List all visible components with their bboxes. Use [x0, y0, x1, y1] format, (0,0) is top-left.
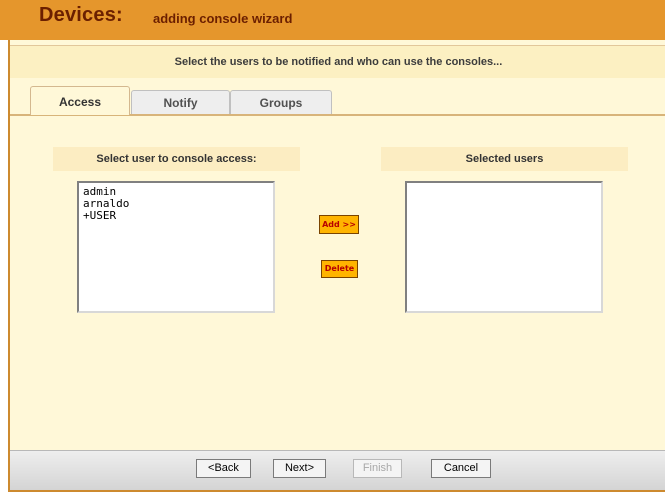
add-button[interactable]: Add >>	[319, 215, 359, 234]
wizard-footer: <Back Next> Finish Cancel	[10, 450, 665, 492]
tab-notify[interactable]: Notify	[131, 90, 230, 114]
next-button[interactable]: Next>	[273, 459, 326, 478]
finish-button: Finish	[353, 459, 402, 478]
tab-access[interactable]: Access	[30, 86, 130, 115]
list-option-user-group[interactable]: +USER	[83, 210, 269, 222]
page-title: Devices:	[39, 4, 123, 26]
header-bar: Devices: adding console wizard	[0, 0, 665, 40]
delete-button[interactable]: Delete	[321, 260, 358, 278]
back-button[interactable]: <Back	[196, 459, 251, 478]
instruction-text: Select the users to be notified and who …	[10, 45, 665, 79]
available-users-list[interactable]: admin arnaldo +USER	[77, 181, 275, 313]
selected-users-list[interactable]	[405, 181, 603, 313]
cancel-button[interactable]: Cancel	[431, 459, 491, 478]
tab-groups[interactable]: Groups	[230, 90, 332, 114]
wizard-panel: Select the users to be notified and who …	[8, 40, 665, 492]
available-users-heading: Select user to console access:	[53, 147, 300, 171]
selected-users-heading: Selected users	[381, 147, 628, 171]
page-subtitle: adding console wizard	[153, 11, 293, 26]
tab-strip: Access Notify Groups	[10, 78, 665, 116]
